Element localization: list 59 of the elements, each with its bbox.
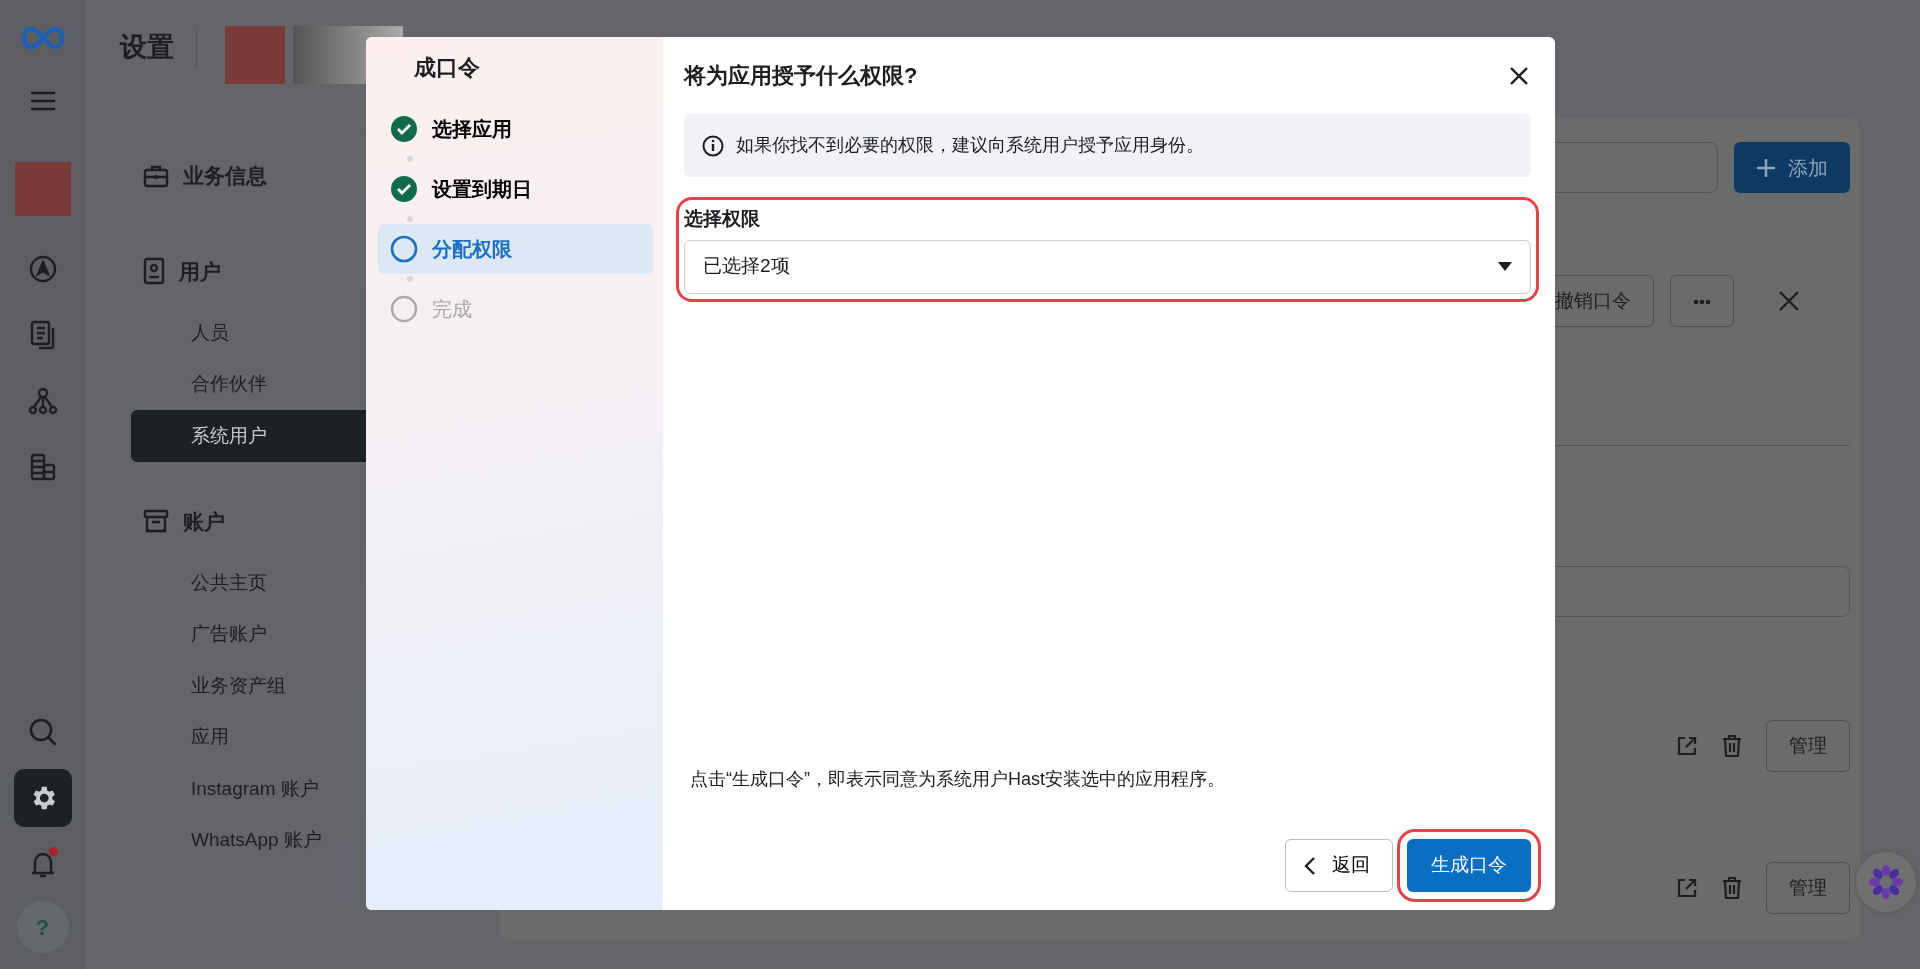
step-circle-icon xyxy=(390,295,418,323)
notification-dot xyxy=(48,847,58,856)
nav-item[interactable]: WhatsApp 账户 xyxy=(131,814,500,866)
field-label: 选择权限 xyxy=(684,207,761,231)
caret-icon xyxy=(1498,262,1512,271)
briefcase-icon xyxy=(143,163,169,188)
external-link-icon[interactable] xyxy=(1676,877,1698,899)
nav-item[interactable]: 公共主页 xyxy=(131,557,500,609)
more-button[interactable] xyxy=(1670,275,1734,327)
network-icon xyxy=(27,386,58,416)
back-button[interactable]: 返回 xyxy=(1285,839,1393,892)
coins-icon xyxy=(28,452,57,482)
consent-text: 点击“生成口令”，即表示同意为系统用户Hast安装选中的应用程序。 xyxy=(689,768,1226,791)
step-item[interactable]: 选择应用 xyxy=(378,104,653,154)
nav-item[interactable]: 广告账户 xyxy=(131,608,500,660)
step-item[interactable]: 设置到期日 xyxy=(378,164,653,214)
nav-item[interactable]: 合作伙伴 xyxy=(131,358,500,410)
chevron-left-icon xyxy=(1304,855,1316,876)
help-button[interactable]: ? xyxy=(16,901,69,953)
nav-item[interactable]: 业务资产组 xyxy=(131,660,500,712)
info-text: 如果你找不到必要的权限，建议向系统用户授予应用身份。 xyxy=(736,134,1204,157)
id-badge-icon xyxy=(143,257,165,286)
nav-section-title: 账户 xyxy=(183,508,225,535)
trash-icon[interactable] xyxy=(1722,876,1742,900)
close-icon[interactable] xyxy=(1509,65,1529,86)
nav-section-title: 业务信息 xyxy=(183,163,267,189)
settings-button[interactable] xyxy=(13,769,72,827)
more-icon xyxy=(1693,298,1711,305)
manage-button[interactable]: 管理 xyxy=(1766,862,1850,914)
step-item[interactable]: 分配权限 xyxy=(378,224,653,274)
avatar-placeholder xyxy=(225,26,285,84)
flower-icon xyxy=(1868,864,1904,900)
trash-icon[interactable] xyxy=(1722,734,1742,758)
documents-icon xyxy=(28,320,57,350)
step-done-icon xyxy=(390,115,418,143)
permission-dropdown[interactable]: 已选择2项 xyxy=(684,239,1531,294)
page-title: 设置 xyxy=(120,26,197,68)
step-circle-icon xyxy=(390,235,418,263)
external-link-icon[interactable] xyxy=(1676,735,1698,757)
archive-icon xyxy=(143,508,169,535)
step-connector xyxy=(406,274,414,284)
info-icon xyxy=(702,134,724,157)
nav-section-title: 用户 xyxy=(179,258,221,285)
step-connector xyxy=(406,154,414,164)
manage-button[interactable]: 管理 xyxy=(1766,720,1850,772)
step-item[interactable]: 完成 xyxy=(378,284,653,334)
step-connector xyxy=(406,214,414,224)
add-button[interactable]: 添加 xyxy=(1734,142,1850,193)
nav-item[interactable]: Instagram 账户 xyxy=(131,763,500,815)
nav-item[interactable]: 应用 xyxy=(131,711,500,763)
plus-icon xyxy=(1756,157,1776,178)
dialog-title: 成口令 xyxy=(413,54,481,82)
assistant-button[interactable] xyxy=(1856,852,1916,912)
step-done-icon xyxy=(390,175,418,203)
menu-icon xyxy=(29,90,56,112)
dialog-heading: 将为应用授予什么权限? xyxy=(684,62,918,90)
generate-button[interactable]: 生成口令 xyxy=(1407,839,1531,892)
compass-icon xyxy=(27,254,58,284)
search-icon xyxy=(27,717,58,747)
